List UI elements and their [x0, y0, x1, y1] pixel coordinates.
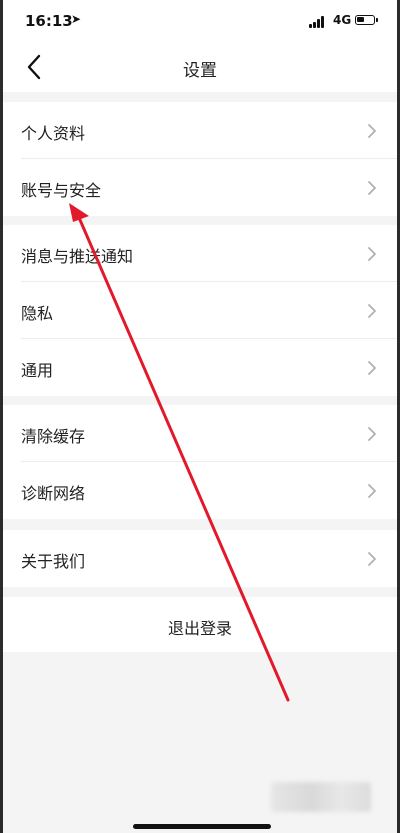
- settings-item-clear-cache[interactable]: 清除缓存: [3, 405, 397, 462]
- settings-item-label: 通用: [21, 361, 54, 380]
- settings-item-general[interactable]: 通用: [3, 339, 397, 396]
- status-bar: 16:13 ➤ 4G: [3, 0, 397, 42]
- chevron-right-icon: [368, 361, 376, 375]
- chevron-right-icon: [368, 247, 376, 261]
- signal-icon: [309, 16, 327, 28]
- settings-item-privacy[interactable]: 隐私: [3, 282, 397, 339]
- logout-label: 退出登录: [167, 619, 232, 638]
- settings-item-about-us[interactable]: 关于我们: [3, 530, 397, 587]
- location-arrow-icon: ➤: [71, 12, 82, 26]
- logout-button[interactable]: 退出登录: [3, 597, 397, 652]
- settings-item-label: 关于我们: [21, 552, 86, 571]
- settings-item-label: 消息与推送通知: [21, 247, 134, 266]
- settings-item-notifications[interactable]: 消息与推送通知: [3, 225, 397, 282]
- chevron-right-icon: [368, 552, 376, 566]
- chevron-right-icon: [368, 181, 376, 195]
- network-type: 4G: [333, 13, 352, 27]
- settings-group-profile: 个人资料 账号与安全: [3, 102, 397, 216]
- settings-item-label: 隐私: [21, 304, 54, 323]
- home-indicator[interactable]: [133, 824, 271, 829]
- status-time: 16:13: [25, 12, 73, 30]
- settings-item-network-diagnosis[interactable]: 诊断网络: [3, 462, 397, 519]
- settings-item-label: 账号与安全: [21, 181, 102, 200]
- settings-group-about: 关于我们: [3, 530, 397, 587]
- settings-group-general: 消息与推送通知 隐私 通用: [3, 225, 397, 396]
- settings-screen: 16:13 ➤ 4G 设置 个人资料 账号与安全 消息与推送通知 隐私 通用 清…: [3, 0, 397, 833]
- settings-item-label: 清除缓存: [21, 427, 86, 446]
- settings-item-label: 个人资料: [21, 124, 86, 143]
- page-title: 设置: [183, 61, 217, 81]
- settings-item-profile[interactable]: 个人资料: [3, 102, 397, 159]
- chevron-right-icon: [368, 427, 376, 441]
- chevron-right-icon: [368, 304, 376, 318]
- settings-group-maintenance: 清除缓存 诊断网络: [3, 405, 397, 519]
- settings-item-label: 诊断网络: [21, 484, 86, 503]
- blurred-watermark: [271, 782, 371, 812]
- navigation-bar: 设置: [3, 42, 397, 92]
- settings-item-account-security[interactable]: 账号与安全: [3, 159, 397, 216]
- chevron-right-icon: [368, 124, 376, 138]
- chevron-right-icon: [368, 484, 376, 498]
- battery-icon: [355, 15, 378, 25]
